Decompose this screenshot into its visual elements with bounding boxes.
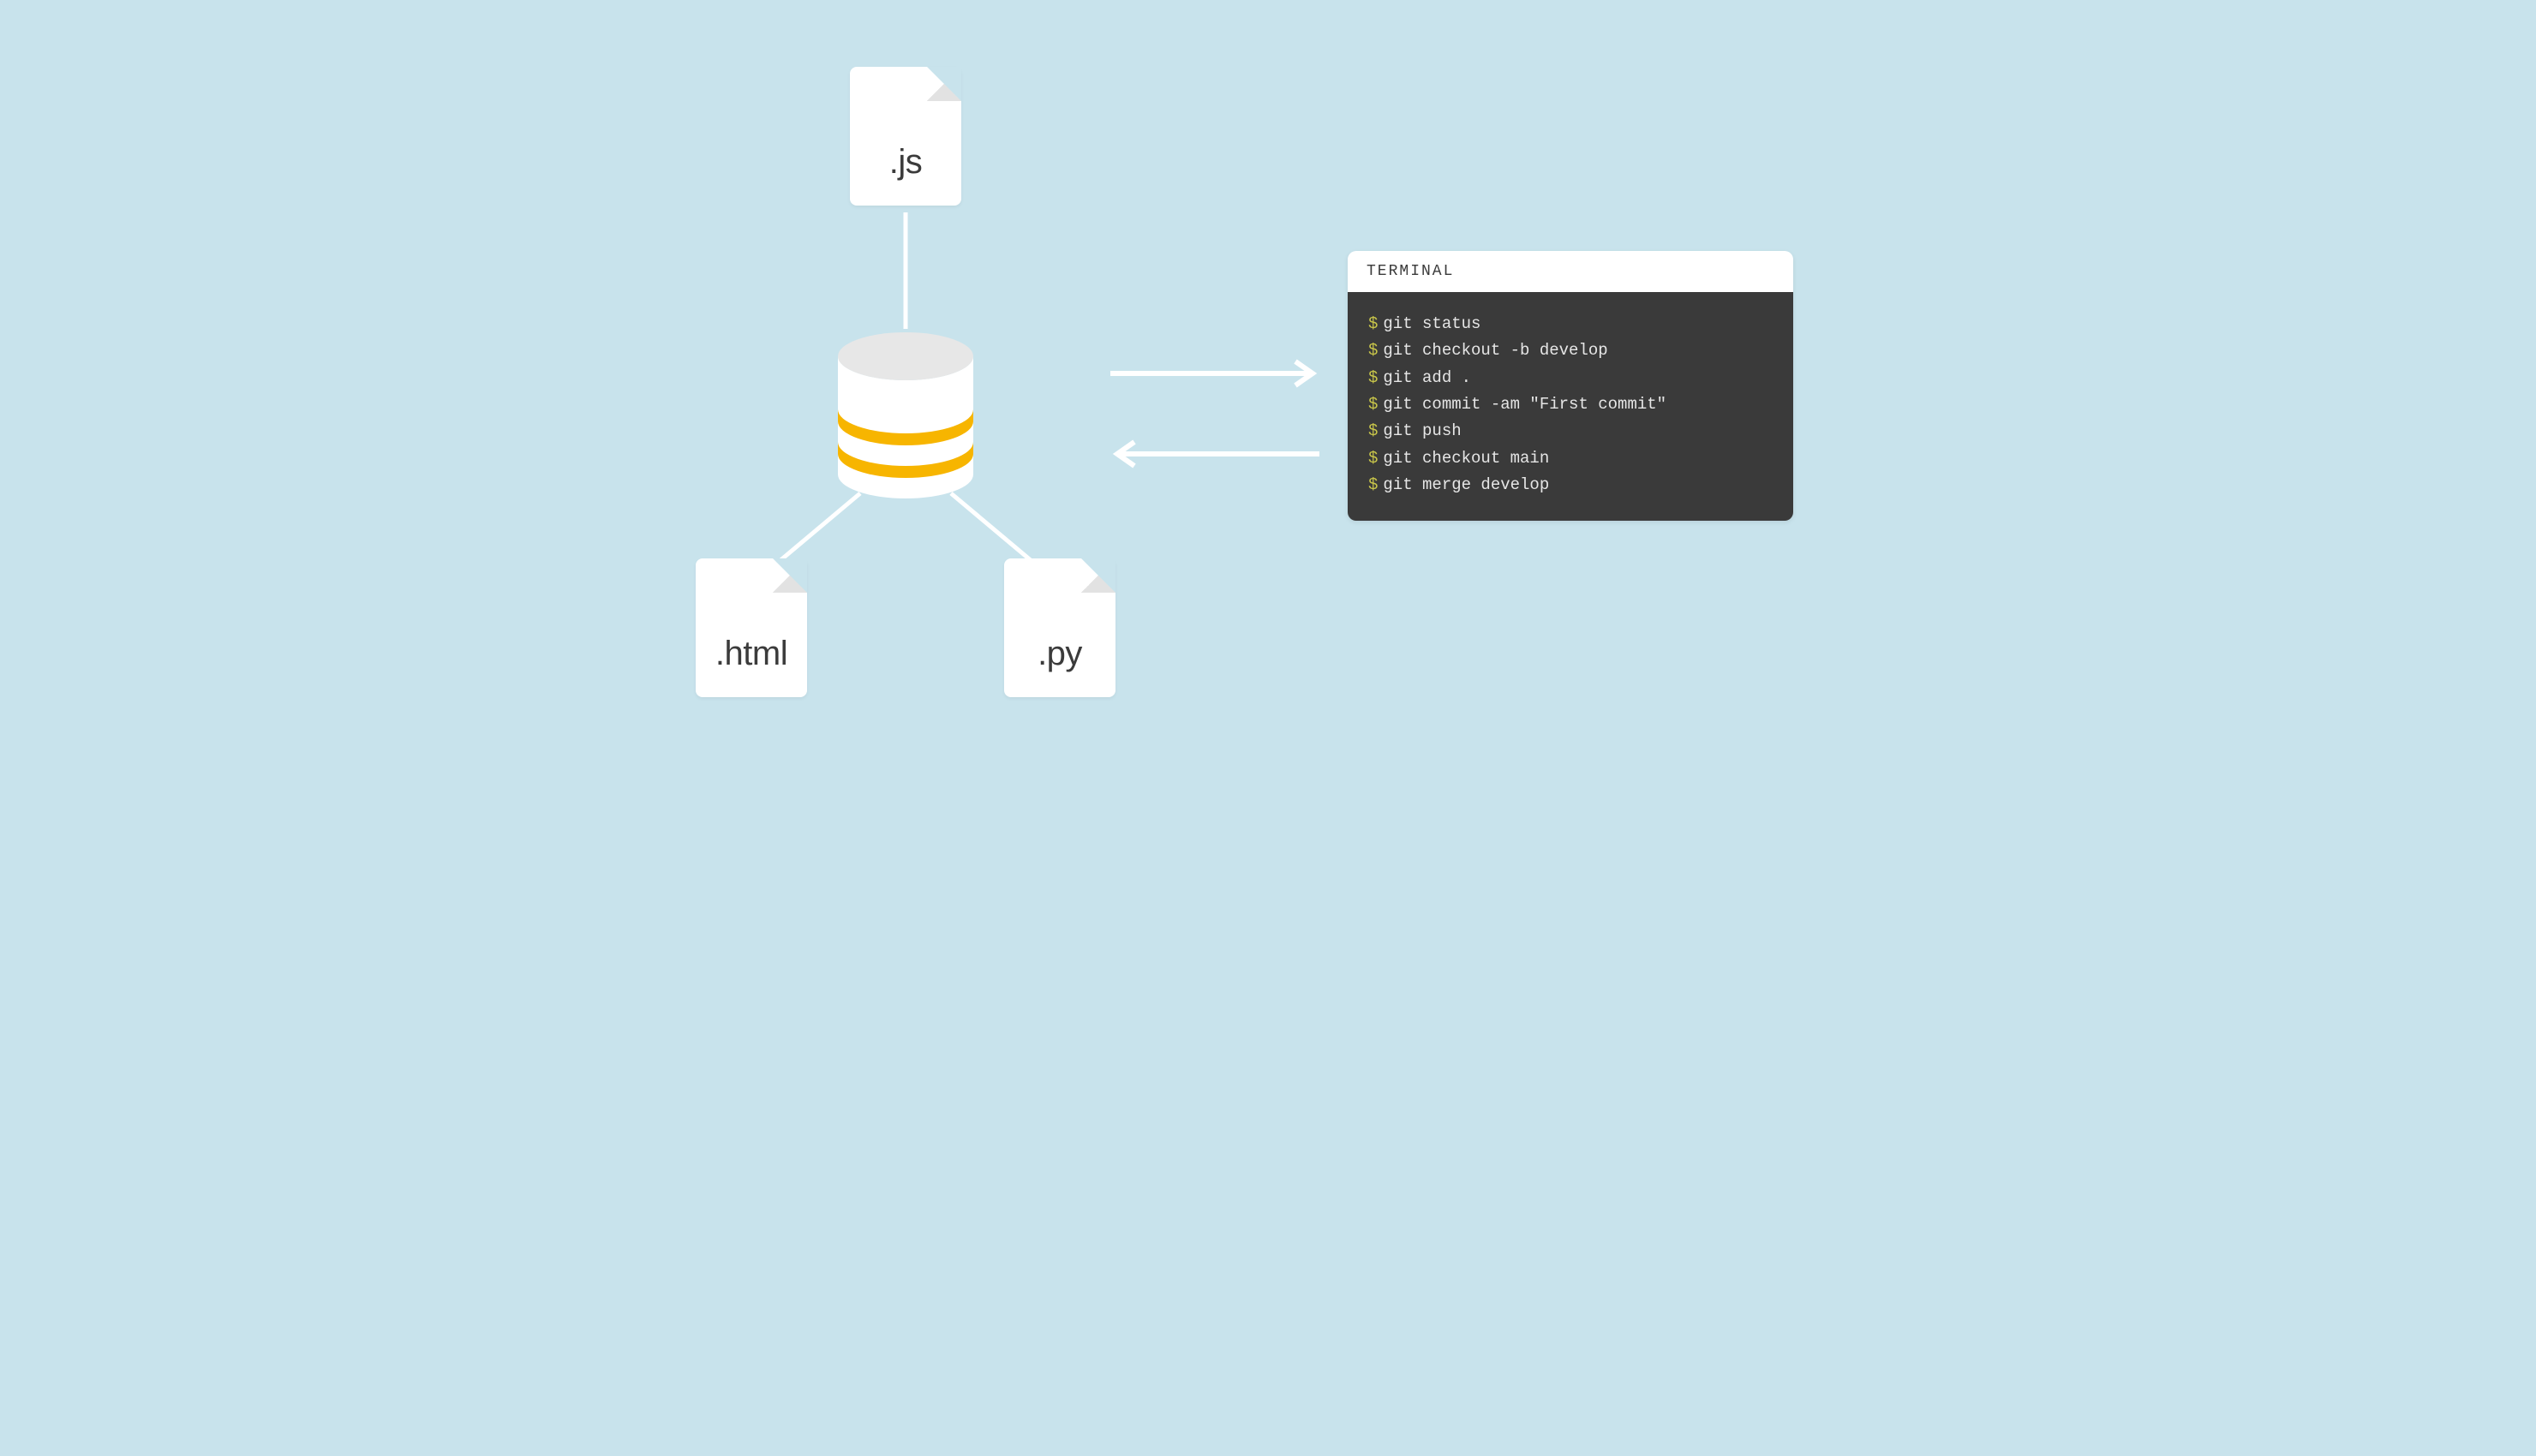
terminal-cmd: git status: [1383, 314, 1480, 333]
terminal-prompt: $: [1368, 449, 1378, 468]
terminal-title: TERMINAL: [1348, 251, 1793, 292]
terminal-cmd: git commit -am "First commit": [1383, 395, 1666, 414]
database-icon: [838, 332, 973, 498]
terminal-prompt: $: [1368, 475, 1378, 494]
file-fold-icon: [1081, 558, 1115, 593]
terminal-window: TERMINAL $ git status $ git checkout -b de…: [1348, 251, 1793, 521]
terminal-line: $ git push: [1368, 418, 1773, 445]
terminal-prompt: $: [1368, 421, 1378, 440]
terminal-line: $ git checkout -b develop: [1368, 337, 1773, 364]
diagram-canvas: .js .html .py TERMINAL $git statu: [600, 0, 1936, 767]
terminal-line: $ git add .: [1368, 365, 1773, 391]
file-py: .py: [1004, 558, 1115, 697]
terminal-line: $ git checkout main: [1368, 445, 1773, 472]
terminal-line: $ git status: [1368, 311, 1773, 337]
file-html-ext: .html: [715, 635, 787, 673]
terminal-line: $ git commit -am "First commit": [1368, 391, 1773, 418]
arrow-right-icon: [1110, 358, 1319, 389]
file-html: .html: [696, 558, 807, 697]
terminal-cmd: git push: [1383, 421, 1461, 440]
arrow-left-icon: [1110, 439, 1319, 469]
file-fold-icon: [773, 558, 807, 593]
file-js: .js: [850, 67, 961, 206]
terminal-cmd: git merge develop: [1383, 475, 1549, 494]
file-fold-icon: [927, 67, 961, 101]
file-py-ext: .py: [1038, 635, 1082, 673]
terminal-cmd: git checkout main: [1383, 449, 1549, 468]
terminal-prompt: $: [1368, 368, 1378, 387]
terminal-prompt: $: [1368, 341, 1378, 360]
terminal-line: $ git merge develop: [1368, 472, 1773, 498]
terminal-prompt: $: [1368, 314, 1378, 333]
terminal-cmd: git add .: [1383, 368, 1471, 387]
terminal-cmd: git checkout -b develop: [1383, 341, 1607, 360]
terminal-body: $ git status $ git checkout -b develop $ gi…: [1348, 292, 1793, 521]
terminal-prompt: $: [1368, 395, 1378, 414]
file-js-ext: .js: [889, 143, 923, 182]
